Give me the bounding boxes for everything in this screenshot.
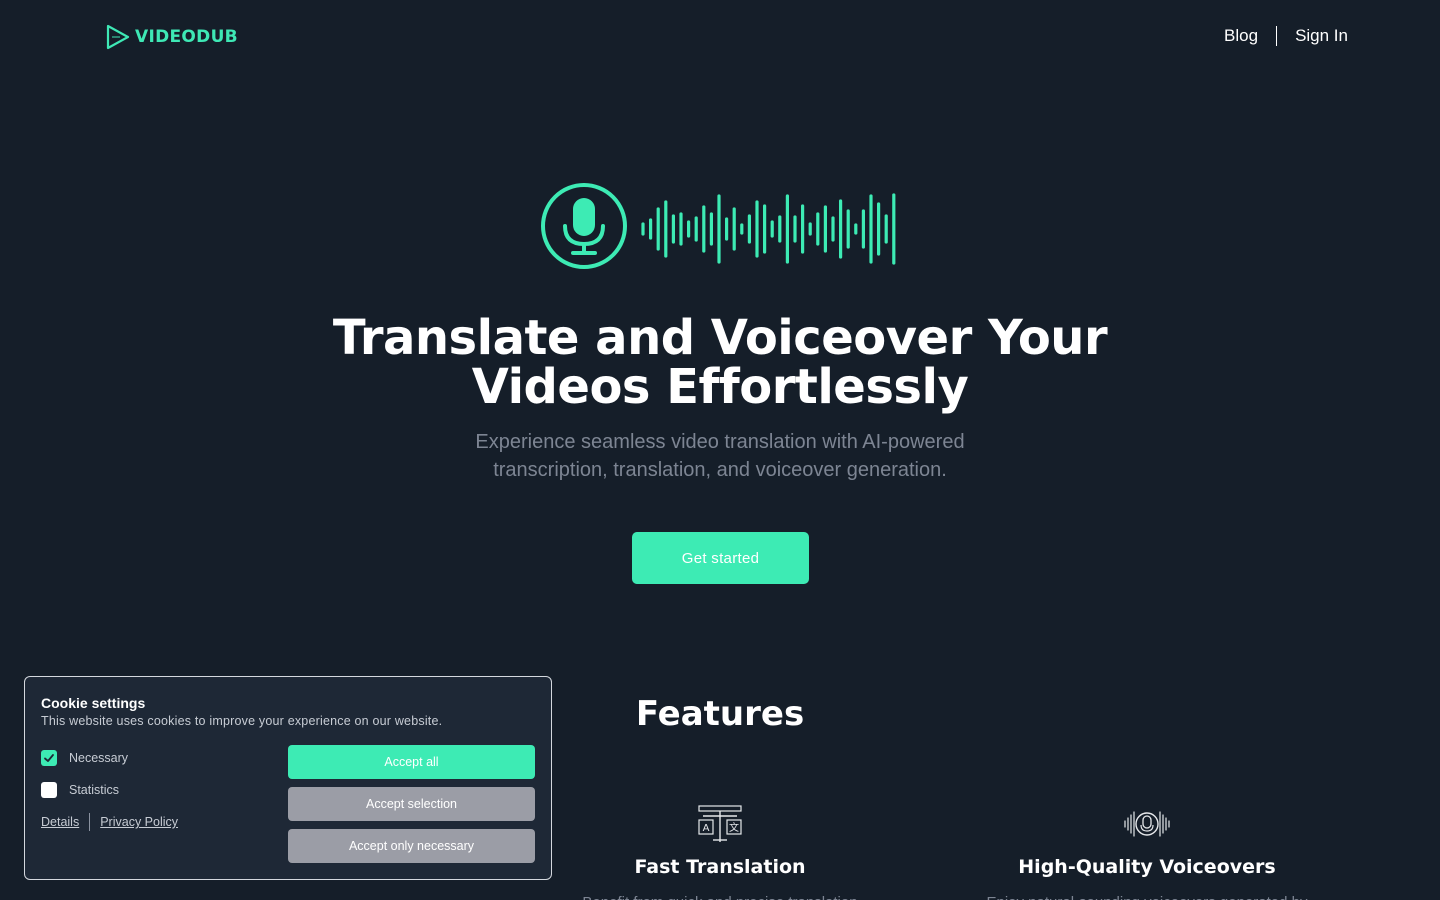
brand-logo[interactable]: VIDEODUB [105, 24, 238, 50]
cookie-title: Cookie settings [41, 695, 146, 711]
microphone-icon [541, 183, 627, 269]
hero-title-line-2: Videos Effortlessly [471, 359, 969, 415]
brand-name: VIDEODUB [135, 27, 238, 47]
necessary-label: Necessary [69, 751, 129, 765]
cookie-description: This website uses cookies to improve you… [41, 714, 443, 728]
cookie-links-divider [89, 813, 91, 831]
cookie-settings-panel: Cookie settings This website uses cookie… [24, 676, 552, 880]
top-header: VIDEODUB Blog Sign In [0, 0, 1440, 76]
feature-card-voiceovers: High-Quality Voiceovers Enjoy natural-so… [937, 800, 1357, 900]
cookie-links: Details Privacy Policy [41, 813, 178, 831]
feature-title: High-Quality Voiceovers [1018, 856, 1276, 878]
cookie-option-necessary: Necessary [41, 750, 128, 766]
nav-divider [1276, 26, 1278, 46]
play-logo-icon [105, 24, 131, 50]
soundwave-icon [641, 193, 896, 265]
necessary-checkbox[interactable] [41, 750, 57, 766]
svg-text:文: 文 [729, 821, 739, 834]
hero-title-line-1: Translate and Voiceover Your [332, 310, 1108, 366]
feature-description: Enjoy natural-sounding voiceovers genera… [937, 892, 1357, 900]
cookie-option-statistics: Statistics [41, 782, 119, 798]
accept-all-button[interactable]: Accept all [288, 745, 535, 779]
check-icon [44, 754, 54, 762]
statistics-label: Statistics [69, 783, 120, 797]
hero-title: Translate and Voiceover Your Videos Effo… [0, 314, 1440, 412]
hero-subtitle: Experience seamless video translation wi… [475, 431, 965, 481]
feature-card-translation: A 文 Fast Translation Benefit from quick … [510, 800, 930, 900]
top-nav: Blog Sign In [1224, 26, 1348, 46]
feature-description: Benefit from quick and precise translati… [510, 892, 930, 900]
accept-selection-button[interactable]: Accept selection [288, 787, 535, 821]
translation-scale-icon: A 文 [510, 800, 930, 848]
feature-title: Fast Translation [634, 856, 806, 878]
get-started-button[interactable]: Get started [632, 532, 809, 584]
svg-text:A: A [703, 823, 710, 834]
hero-illustration [540, 182, 902, 277]
voiceover-waveform-icon [937, 800, 1357, 848]
details-link[interactable]: Details [41, 815, 79, 829]
privacy-policy-link[interactable]: Privacy Policy [100, 815, 178, 829]
accept-only-necessary-button[interactable]: Accept only necessary [288, 829, 535, 863]
nav-sign-in-link[interactable]: Sign In [1295, 26, 1348, 46]
nav-blog-link[interactable]: Blog [1224, 26, 1258, 46]
statistics-checkbox[interactable] [41, 782, 57, 798]
